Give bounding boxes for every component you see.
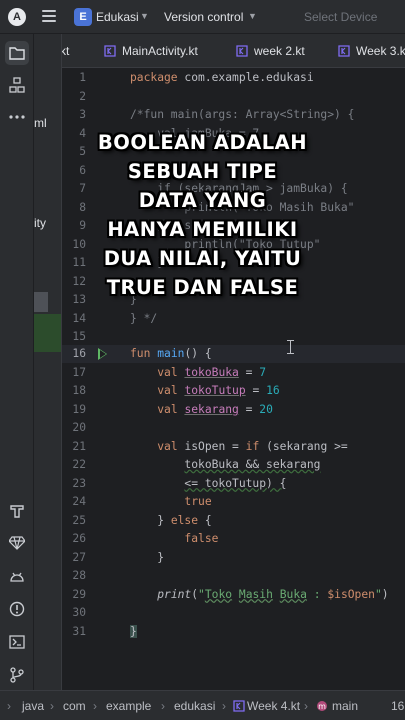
code-line: 15	[72, 330, 86, 343]
tab-kt[interactable]: kt	[62, 34, 69, 67]
app-logo-icon[interactable]: A	[8, 8, 26, 26]
kotlin-file-icon	[233, 700, 245, 712]
caption-line: DUA NILAI, YAITU	[103, 247, 302, 270]
tab-week-3[interactable]: Week 3.kt	[338, 34, 405, 67]
code-line: 24 true	[72, 495, 212, 508]
code-line: 17 val tokoBuka = 7	[72, 365, 267, 379]
svg-text:m: m	[318, 702, 326, 711]
project-selection-highlight	[34, 314, 61, 352]
chevron-right-icon: ›	[161, 699, 165, 713]
code-line: 27 }	[72, 550, 165, 564]
code-line-current: 16 fun main() {	[62, 345, 405, 363]
function-icon: m	[317, 701, 327, 711]
overlay-caption: BOOLEAN ADALAH SEBUAH TIPE DATA YANG HAN…	[0, 128, 405, 302]
breadcrumb: › java › com › example › edukasi › Week …	[0, 690, 405, 720]
select-device-dropdown[interactable]: Select Device	[304, 10, 377, 24]
code-line: 23 <= tokoTutup) {	[72, 476, 287, 490]
caption-line: TRUE DAN FALSE	[106, 276, 299, 299]
code-line: 20	[72, 421, 86, 434]
code-line: 21 val isOpen = if (sekarang >=	[72, 439, 348, 453]
text-cursor-icon	[287, 340, 294, 354]
code-line: 29 print("Toko Masih Buka : $isOpen")	[72, 587, 389, 601]
code-line: 26 false	[72, 532, 219, 545]
code-line: 3/*fun main(args: Array<String>) {	[79, 108, 355, 121]
chevron-right-icon: ›	[50, 699, 54, 713]
caption-line: SEBUAH TIPE	[127, 160, 278, 183]
breadcrumb-item[interactable]: edukasi	[174, 699, 215, 713]
project-badge-icon[interactable]: E	[74, 8, 92, 26]
caption-line: DATA YANG	[138, 189, 267, 212]
code-line: 28	[72, 569, 86, 582]
breadcrumb-item[interactable]: example	[106, 699, 151, 713]
breadcrumb-item[interactable]: java	[22, 699, 44, 713]
caption-line: HANYA MEMILIKI	[107, 218, 298, 241]
build-icon[interactable]	[5, 499, 29, 523]
expand-icon[interactable]: ›	[7, 699, 11, 713]
code-line: 31}	[72, 624, 137, 638]
cursor-position[interactable]: 16	[391, 699, 404, 713]
caption-line: BOOLEAN ADALAH	[97, 131, 308, 154]
code-line: 14} */	[72, 311, 158, 325]
gem-icon[interactable]	[5, 531, 29, 555]
problems-icon[interactable]	[5, 597, 29, 621]
folder-icon[interactable]	[5, 41, 29, 65]
breadcrumb-item[interactable]: Week 4.kt	[247, 699, 300, 713]
code-line: 18 val tokoTutup = 16	[72, 384, 280, 397]
android-icon[interactable]	[5, 564, 29, 588]
git-icon[interactable]	[5, 663, 29, 687]
tab-main-activity[interactable]: MainActivity.kt	[104, 34, 198, 67]
tab-week-2[interactable]: week 2.kt	[236, 34, 305, 67]
code-line: 30	[72, 606, 86, 619]
terminal-icon[interactable]	[5, 630, 29, 654]
code-line: 19 val sekarang = 20	[72, 402, 273, 416]
chevron-right-icon: ›	[93, 699, 97, 713]
code-line: 25 } else {	[72, 513, 212, 527]
code-line: 22 tokoBuka && sekarang	[72, 458, 321, 471]
main-menu-icon[interactable]	[42, 10, 56, 22]
more-icon[interactable]	[5, 105, 29, 129]
chevron-down-icon[interactable]: ▼	[248, 11, 257, 21]
breadcrumb-item[interactable]: com	[63, 699, 86, 713]
kotlin-file-icon	[236, 45, 248, 57]
run-gutter-icon[interactable]	[98, 348, 107, 360]
editor-tabs: kt MainActivity.kt week 2.kt Week 3.kt	[62, 34, 405, 68]
structure-icon[interactable]	[5, 73, 29, 97]
code-line: 2	[79, 89, 86, 103]
breadcrumb-item[interactable]: main	[332, 699, 358, 713]
project-name[interactable]: Edukasi	[96, 10, 139, 24]
kotlin-file-icon	[104, 45, 116, 57]
code-line: 1 package com.example.edukasi	[79, 71, 314, 84]
title-bar: A E Edukasi ▼ Version control ▼ Select D…	[0, 0, 405, 34]
chevron-down-icon[interactable]: ▼	[140, 11, 149, 21]
kotlin-file-icon	[338, 45, 350, 57]
chevron-right-icon: ›	[222, 699, 226, 713]
version-control-menu[interactable]: Version control	[164, 10, 243, 24]
chevron-right-icon: ›	[304, 699, 308, 713]
